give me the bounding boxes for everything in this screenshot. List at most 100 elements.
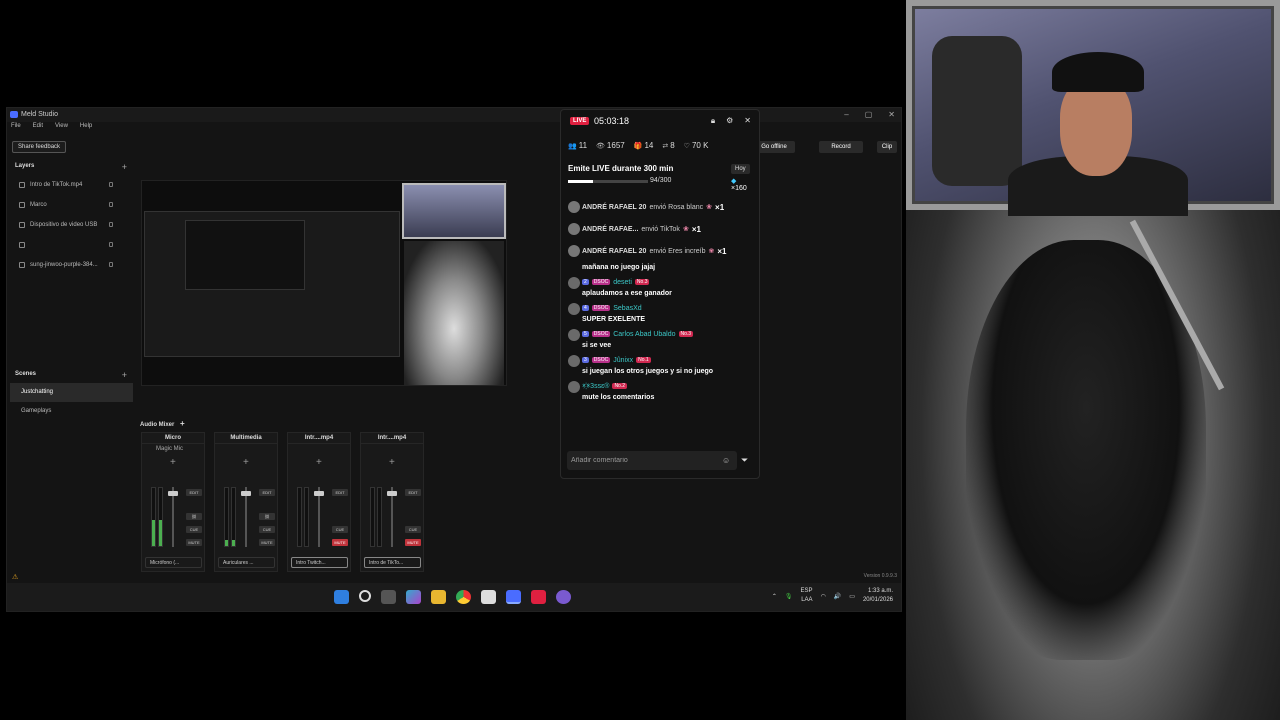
menu-view[interactable]: View	[55, 123, 68, 135]
cue-button[interactable]: CUE	[405, 526, 421, 533]
channel-name[interactable]: Multimedia	[215, 433, 277, 444]
chevron-up-icon[interactable]: ⌃	[772, 593, 777, 600]
mute-button[interactable]: MUTE	[259, 539, 275, 546]
minimize-icon[interactable]: –	[844, 110, 848, 119]
scene-item-justchatting[interactable]: Justchatting	[10, 383, 133, 402]
stat-gift[interactable]: 🎁 14	[634, 141, 654, 150]
chat-message[interactable]: 4 DSOC SebasXd SUPER EXELENTE	[568, 302, 754, 325]
channel-filter[interactable]	[361, 444, 423, 454]
volume-fader[interactable]	[241, 487, 251, 547]
gift-message[interactable]: ANDRÉ RAFAEL 20 envió Rosa blanc ❀ ×1	[568, 196, 754, 218]
channel-device[interactable]: Intro de TikTo...	[364, 557, 421, 568]
record-button[interactable]: Record	[819, 141, 863, 153]
search-icon[interactable]	[359, 590, 371, 602]
stat-share[interactable]: ⇄ 8	[662, 141, 674, 150]
cue-button[interactable]: CUE	[332, 526, 348, 533]
avatar[interactable]	[568, 303, 580, 315]
copilot-icon[interactable]	[406, 590, 421, 604]
add-filter-icon[interactable]: +	[316, 457, 322, 468]
menu-file[interactable]: File	[11, 123, 21, 135]
maximize-icon[interactable]: ▢	[865, 110, 873, 119]
menu-edit[interactable]: Edit	[33, 123, 43, 135]
menu-help[interactable]: Help	[80, 123, 92, 135]
chat-feed[interactable]: ANDRÉ RAFAEL 20 envió Rosa blanc ❀ ×1 ANDRÉ …	[568, 196, 754, 436]
channel-device[interactable]: Micrófono (...	[145, 557, 202, 568]
warning-icon[interactable]: ⚠	[12, 573, 18, 581]
stat-people[interactable]: 👥 11	[568, 141, 587, 150]
fader-knob[interactable]	[314, 491, 324, 496]
mute-button[interactable]: MUTE	[186, 539, 202, 546]
chat-message[interactable]: 3 DSOC Jûnixx No.1 si juegan los otros juego…	[568, 354, 754, 377]
microphone-icon[interactable]: 🎙	[785, 593, 793, 600]
file-explorer-icon[interactable]	[431, 590, 446, 604]
avatar[interactable]	[568, 223, 580, 235]
link-icon[interactable]: ⛓	[259, 513, 275, 520]
layer-item[interactable]	[10, 235, 133, 255]
layer-item[interactable]: Dispositivo de video USB	[10, 215, 133, 235]
mute-button[interactable]: MUTE	[332, 539, 348, 546]
scene-preview[interactable]	[141, 180, 507, 386]
channel-device[interactable]: Auriculares ...	[218, 557, 275, 568]
avatar[interactable]	[568, 381, 580, 393]
chat-message[interactable]: mañana no juego jajaj	[568, 262, 754, 273]
emoji-icon[interactable]: ☺	[722, 456, 730, 465]
meld-taskbar-icon[interactable]	[506, 590, 521, 604]
filter-icon[interactable]: ⏷	[741, 455, 748, 466]
lock-icon[interactable]	[109, 182, 113, 187]
chat-message[interactable]: 5 DSOC Carlos Abad Ubaldo No.3 si se vee	[568, 328, 754, 351]
edit-button[interactable]: EDIT	[405, 489, 421, 496]
link-icon[interactable]: ⛓	[186, 513, 202, 520]
add-channel-icon[interactable]: +	[180, 419, 185, 428]
close-icon[interactable]: ✕	[888, 110, 895, 119]
volume-fader[interactable]	[387, 487, 397, 547]
live-goal[interactable]: Emite LIVE durante 300 min 94/300 ◆ ×160…	[568, 164, 754, 192]
volume-fader[interactable]	[314, 487, 324, 547]
volume-fader[interactable]	[168, 487, 178, 547]
wifi-icon[interactable]: ◠	[821, 593, 826, 600]
avatar[interactable]	[568, 277, 580, 289]
gift-message[interactable]: ANDRÉ RAFAEL 20 envió Eres increíb ❀ ×1	[568, 240, 754, 262]
edit-button[interactable]: EDIT	[186, 489, 202, 496]
avatar[interactable]	[568, 329, 580, 341]
fader-knob[interactable]	[168, 491, 178, 496]
clip-button[interactable]: Clip	[877, 141, 897, 153]
add-layer-icon[interactable]: +	[122, 162, 127, 172]
language-indicator[interactable]: ESP LAA	[801, 587, 813, 605]
cue-button[interactable]: CUE	[259, 526, 275, 533]
chrome-icon[interactable]	[456, 590, 471, 604]
channel-device[interactable]: Intro Twitch...	[291, 557, 348, 568]
lock-icon[interactable]	[109, 242, 113, 247]
gift-message[interactable]: ANDRÉ RAFAE... envió TikTok ❀ ×1	[568, 218, 754, 240]
add-filter-icon[interactable]: +	[243, 457, 249, 468]
stat-heart[interactable]: ♡ 70 K	[684, 141, 709, 150]
username[interactable]: SebasXd	[613, 305, 641, 312]
layer-item[interactable]: Intro de TikTok.mp4	[10, 175, 133, 195]
avatar[interactable]	[568, 201, 580, 213]
channel-name[interactable]: Intr....mp4	[361, 433, 423, 444]
lock-icon[interactable]: 🔒︎	[711, 116, 715, 126]
username[interactable]: ×҉×3ssɛ®	[582, 383, 609, 390]
settings-icon[interactable]: ⚙	[726, 116, 733, 126]
task-view-icon[interactable]	[381, 590, 396, 604]
clock[interactable]: 1:33 a.m. 20/01/2026	[863, 587, 893, 605]
layer-item[interactable]: Marco	[10, 195, 133, 215]
volume-icon[interactable]: 🔊	[834, 593, 841, 600]
comment-input[interactable]	[567, 451, 737, 470]
start-menu-icon[interactable]	[334, 590, 349, 604]
chat-message[interactable]: 2 DSOC deseti No.3 aplaudamos a ese ganador	[568, 276, 754, 299]
tiktok-icon[interactable]	[531, 590, 546, 604]
gift-sender[interactable]: ANDRÉ RAFAE...	[582, 226, 638, 233]
lock-icon[interactable]	[109, 202, 113, 207]
share-feedback-button[interactable]: Share feedback	[12, 141, 67, 153]
username[interactable]: deseti	[613, 279, 632, 286]
edit-button[interactable]: EDIT	[259, 489, 275, 496]
add-scene-icon[interactable]: +	[122, 370, 127, 380]
fader-knob[interactable]	[387, 491, 397, 496]
gift-sender[interactable]: ANDRÉ RAFAEL 20	[582, 248, 646, 255]
chat-message[interactable]: ×҉×3ssɛ® No.2 mute los comentarios	[568, 380, 754, 403]
username[interactable]: Carlos Abad Ubaldo	[613, 331, 675, 338]
mute-button[interactable]: MUTE	[405, 539, 421, 546]
avatar[interactable]	[568, 355, 580, 367]
today-tag[interactable]: Hoy	[731, 164, 750, 174]
stat-eye[interactable]: 👁 1657	[596, 141, 625, 150]
